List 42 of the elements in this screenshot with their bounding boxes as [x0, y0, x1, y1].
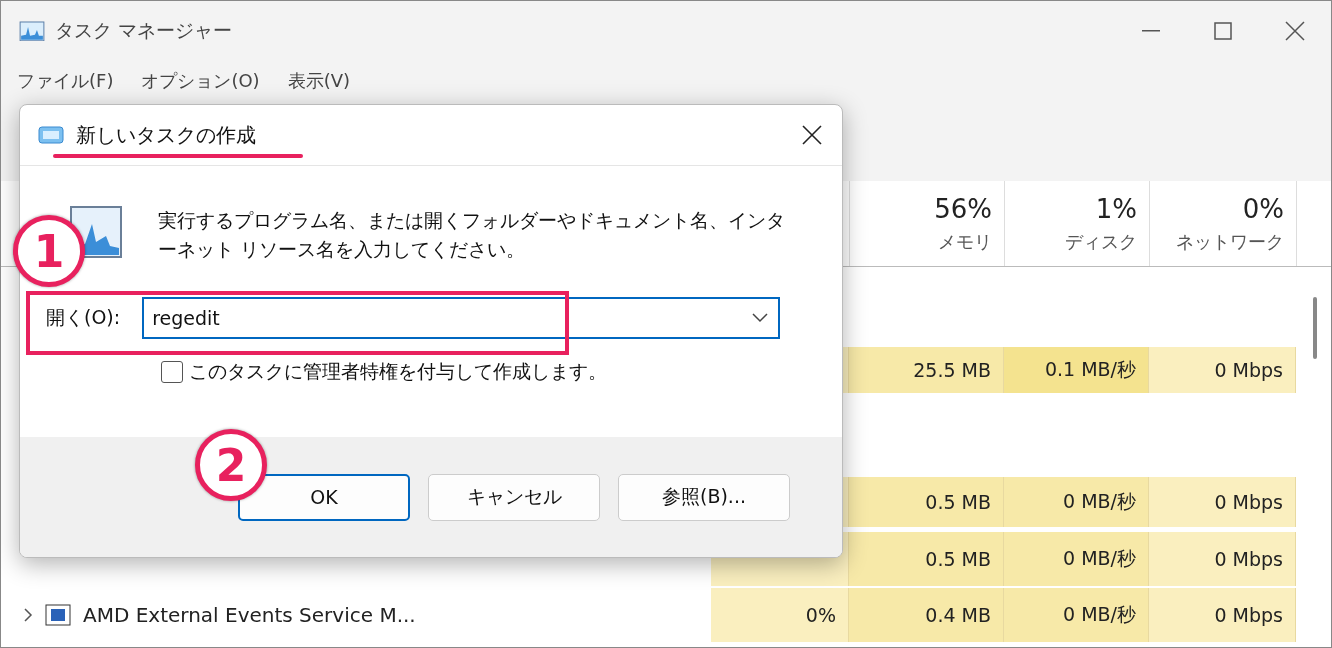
close-icon	[1285, 21, 1305, 41]
process-name: AMD External Events Service M...	[83, 603, 416, 627]
chart-icon	[19, 20, 45, 42]
menu-item[interactable]: 表示(V)	[287, 69, 350, 93]
scrollbar-thumb[interactable]	[1313, 297, 1317, 359]
table-cell: 0 Mbps	[1149, 347, 1296, 393]
table-cell: 0 MB/秒	[1004, 588, 1149, 642]
checkbox-label: このタスクに管理者特権を付与して作成します。	[189, 359, 607, 384]
service-icon	[45, 604, 71, 626]
menu-item[interactable]: オプション(O)	[141, 69, 260, 93]
table-cell: 0 MB/秒	[1004, 532, 1149, 586]
table-cell: 0 Mbps	[1149, 477, 1296, 527]
dialog-title: 新しいタスクの作成	[76, 121, 256, 149]
chevron-down-icon[interactable]	[752, 313, 769, 323]
table-cell: 0 MB/秒	[1004, 477, 1149, 527]
table-cell: 0.5 MB	[849, 477, 1004, 527]
close-icon	[802, 125, 822, 145]
expand-chevron-icon[interactable]	[23, 608, 33, 622]
table-cell: 0%	[711, 588, 849, 642]
table-cell: 0 Mbps	[1149, 588, 1296, 642]
window-title: タスク マネージャー	[55, 18, 233, 43]
column-percent: 56%	[934, 193, 992, 224]
table-cell: 0.5 MB	[849, 532, 1004, 586]
checkbox[interactable]	[161, 361, 183, 383]
window-icon	[38, 126, 64, 144]
table-cell: 25.5 MB	[849, 347, 1004, 393]
column-header[interactable]: ディスク	[1065, 229, 1137, 254]
maximize-icon	[1214, 22, 1232, 40]
column-header[interactable]: メモリ	[938, 229, 992, 254]
table-cell: 0.4 MB	[849, 588, 1004, 642]
table-cell: 0 Mbps	[1149, 532, 1296, 586]
column-header[interactable]: ネットワーク	[1176, 229, 1284, 254]
menu-item[interactable]: ファイル(F)	[17, 69, 114, 93]
dialog-button[interactable]: 参照(B)...	[618, 473, 790, 521]
table-cell: 0.1 MB/秒	[1004, 347, 1149, 393]
column-percent: 0%	[1242, 193, 1284, 224]
dialog-button[interactable]: キャンセル	[428, 473, 600, 521]
open-label: 開く(O):	[46, 305, 121, 330]
open-field[interactable]: regedit	[142, 297, 781, 339]
minimize-icon	[1142, 30, 1160, 32]
instruction-text: 実行するプログラム名、または開くフォルダーやドキュメント名、インターネット リソース名を入力してください。	[158, 208, 786, 262]
column-percent: 1%	[1095, 193, 1137, 224]
